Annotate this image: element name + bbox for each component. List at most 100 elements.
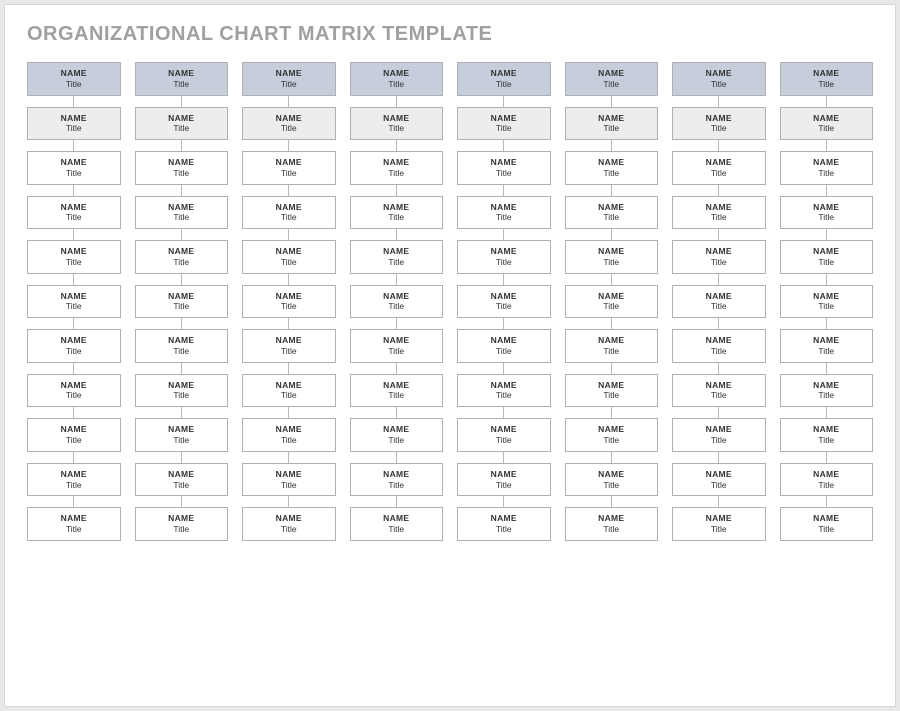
org-box-name: NAME [353, 292, 441, 302]
matrix-column: NAMETitleNAMETitleNAMETitleNAMETitleNAME… [242, 62, 336, 541]
org-box-name: NAME [353, 514, 441, 524]
org-box-name: NAME [675, 203, 763, 213]
org-box: NAMETitle [672, 374, 766, 408]
org-box-name: NAME [675, 514, 763, 524]
org-box-name: NAME [353, 425, 441, 435]
org-box-title: Title [138, 436, 226, 446]
connector-line [826, 96, 827, 107]
org-box-title: Title [568, 347, 656, 357]
connector-line [826, 452, 827, 463]
connector-line [288, 140, 289, 151]
org-box: NAMETitle [780, 151, 874, 185]
org-box-name: NAME [675, 158, 763, 168]
org-box-name: NAME [568, 158, 656, 168]
connector-line [826, 185, 827, 196]
org-box-title: Title [138, 258, 226, 268]
org-box-name: NAME [675, 381, 763, 391]
org-box-name: NAME [353, 470, 441, 480]
org-box-name: NAME [568, 470, 656, 480]
connector-line [396, 407, 397, 418]
org-box: NAMETitle [780, 107, 874, 141]
matrix-column: NAMETitleNAMETitleNAMETitleNAMETitleNAME… [135, 62, 229, 541]
connector-line [503, 452, 504, 463]
org-box: NAMETitle [457, 418, 551, 452]
connector-line [181, 96, 182, 107]
org-box-title: Title [245, 481, 333, 491]
org-box-title: Title [353, 436, 441, 446]
org-box-name: NAME [460, 425, 548, 435]
org-box: NAMETitle [350, 463, 444, 497]
org-box-title: Title [460, 213, 548, 223]
connector-line [503, 496, 504, 507]
org-box-title: Title [245, 213, 333, 223]
connector-line [396, 496, 397, 507]
org-box-name: NAME [138, 425, 226, 435]
org-box: NAMETitle [457, 463, 551, 497]
org-box-name: NAME [245, 203, 333, 213]
org-box-title: Title [138, 347, 226, 357]
org-box: NAMETitle [135, 418, 229, 452]
org-box-title: Title [460, 436, 548, 446]
org-box-title: Title [30, 258, 118, 268]
page-title: ORGANIZATIONAL CHART MATRIX TEMPLATE [27, 23, 873, 46]
org-box-title: Title [568, 258, 656, 268]
org-box-title: Title [30, 481, 118, 491]
org-box: NAMETitle [672, 107, 766, 141]
org-box-title: Title [245, 124, 333, 134]
org-box-name: NAME [675, 470, 763, 480]
org-box-title: Title [675, 258, 763, 268]
org-box-name: NAME [353, 247, 441, 257]
org-box-title: Title [675, 347, 763, 357]
org-box-title: Title [245, 436, 333, 446]
connector-line [718, 318, 719, 329]
connector-line [73, 96, 74, 107]
org-box-name: NAME [138, 69, 226, 79]
connector-line [503, 318, 504, 329]
connector-line [396, 185, 397, 196]
org-box: NAMETitle [27, 240, 121, 274]
org-box-name: NAME [783, 203, 871, 213]
org-box-name: NAME [675, 69, 763, 79]
org-box-title: Title [460, 525, 548, 535]
org-box: NAMETitle [457, 285, 551, 319]
org-box: NAMETitle [457, 151, 551, 185]
org-box-name: NAME [138, 203, 226, 213]
org-box: NAMETitle [457, 240, 551, 274]
org-box-title: Title [245, 258, 333, 268]
org-box-name: NAME [568, 336, 656, 346]
org-box-title: Title [30, 436, 118, 446]
org-box-title: Title [353, 169, 441, 179]
org-box-name: NAME [675, 292, 763, 302]
connector-line [718, 452, 719, 463]
connector-line [826, 318, 827, 329]
org-box: NAMETitle [350, 285, 444, 319]
org-box-name: NAME [30, 336, 118, 346]
org-box-title: Title [353, 124, 441, 134]
org-box: NAMETitle [27, 507, 121, 541]
org-box-name: NAME [245, 69, 333, 79]
connector-line [396, 363, 397, 374]
org-box-title: Title [138, 302, 226, 312]
org-box: NAMETitle [135, 107, 229, 141]
org-box-title: Title [138, 525, 226, 535]
org-box-name: NAME [245, 158, 333, 168]
connector-line [73, 185, 74, 196]
connector-line [181, 229, 182, 240]
org-box: NAMETitle [780, 62, 874, 96]
org-box-title: Title [30, 525, 118, 535]
org-box: NAMETitle [135, 62, 229, 96]
org-box-title: Title [353, 213, 441, 223]
template-page: ORGANIZATIONAL CHART MATRIX TEMPLATE NAM… [4, 4, 896, 707]
org-box-name: NAME [245, 247, 333, 257]
org-box-title: Title [460, 302, 548, 312]
org-box: NAMETitle [135, 463, 229, 497]
org-box-title: Title [30, 124, 118, 134]
org-box-name: NAME [353, 158, 441, 168]
org-box-title: Title [353, 391, 441, 401]
org-box-title: Title [675, 436, 763, 446]
org-box-title: Title [568, 525, 656, 535]
org-box-name: NAME [783, 514, 871, 524]
org-box-title: Title [245, 302, 333, 312]
connector-line [396, 452, 397, 463]
org-box: NAMETitle [672, 463, 766, 497]
